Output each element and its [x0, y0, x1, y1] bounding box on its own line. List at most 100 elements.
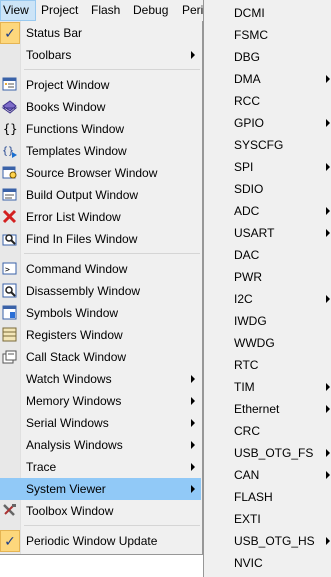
menu-item-label: Trace — [26, 460, 57, 474]
submenu-item-dbg[interactable]: DBG — [204, 46, 331, 68]
submenu-arrow-icon — [326, 405, 330, 413]
submenu-item-tim[interactable]: TIM — [204, 376, 331, 398]
submenu-item-dcmi[interactable]: DCMI — [204, 2, 331, 24]
menu-peripherals[interactable]: Peri — [182, 0, 203, 21]
submenu-item-label: Ethernet — [234, 402, 280, 416]
submenu-item-label: DBG — [234, 50, 261, 64]
menu-item-status-bar[interactable]: ✓ Status Bar — [0, 22, 201, 44]
books-icon — [1, 100, 18, 114]
submenu-item-label: I2C — [234, 292, 253, 306]
menu-item-error-list-window[interactable]: Error List Window — [0, 206, 201, 228]
menu-view[interactable]: View — [0, 0, 36, 21]
submenu-item-fsmc[interactable]: FSMC — [204, 24, 331, 46]
submenu-item-usb-otg-fs[interactable]: USB_OTG_FS — [204, 442, 331, 464]
submenu-item-flash[interactable]: FLASH — [204, 486, 331, 508]
build-output-icon — [2, 188, 17, 201]
menu-item-periodic-window-update[interactable]: ✓ Periodic Window Update — [0, 530, 201, 552]
menu-item-symbols-window[interactable]: Symbols Window — [0, 302, 201, 324]
submenu-item-sdio[interactable]: SDIO — [204, 178, 331, 200]
menu-item-toolbox-window[interactable]: Toolbox Window — [0, 500, 201, 522]
submenu-arrow-icon — [191, 441, 195, 449]
menu-item-memory-windows[interactable]: Memory Windows — [0, 390, 201, 412]
menu-item-find-in-files-window[interactable]: Find In Files Window — [0, 228, 201, 250]
submenu-item-label: TIM — [234, 380, 255, 394]
submenu-item-can[interactable]: CAN — [204, 464, 331, 486]
system-viewer-submenu: DCMI FSMC DBG DMA RCC GPIO SYSCFG SPI SD… — [203, 0, 331, 577]
submenu-item-label: DAC — [234, 248, 260, 262]
menu-item-label: Templates Window — [26, 144, 127, 158]
menu-item-command-window[interactable]: > Command Window — [0, 258, 201, 280]
menu-item-analysis-windows[interactable]: Analysis Windows — [0, 434, 201, 456]
command-icon: > — [2, 262, 17, 275]
submenu-item-label: USART — [234, 226, 275, 240]
submenu-item-pwr[interactable]: PWR — [204, 266, 331, 288]
submenu-item-adc[interactable]: ADC — [204, 200, 331, 222]
submenu-arrow-icon — [326, 471, 330, 479]
submenu-item-exti[interactable]: EXTI — [204, 508, 331, 530]
registers-icon — [2, 327, 17, 342]
submenu-arrow-icon — [326, 163, 330, 171]
menu-item-label: Books Window — [26, 100, 106, 114]
menu-item-label: System Viewer — [26, 482, 106, 496]
submenu-item-dac[interactable]: DAC — [204, 244, 331, 266]
submenu-item-label: FSMC — [234, 28, 268, 42]
menu-item-functions-window[interactable]: {} Functions Window — [0, 118, 201, 140]
menu-item-label: Call Stack Window — [26, 350, 127, 364]
menu-item-label: Status Bar — [26, 26, 83, 40]
find-in-files-icon — [2, 234, 17, 246]
submenu-item-label: CRC — [234, 424, 260, 438]
submenu-item-label: DCMI — [234, 6, 265, 20]
menu-item-label: Project Window — [26, 78, 110, 92]
submenu-item-rcc[interactable]: RCC — [204, 90, 331, 112]
menu-item-label: Disassembly Window — [26, 284, 141, 298]
menu-flash[interactable]: Flash — [91, 0, 120, 21]
submenu-item-ethernet[interactable]: Ethernet — [204, 398, 331, 420]
check-icon: ✓ — [0, 530, 20, 552]
submenu-item-wwdg[interactable]: WWDG — [204, 332, 331, 354]
menu-debug[interactable]: Debug — [133, 0, 168, 21]
submenu-item-iwdg[interactable]: IWDG — [204, 310, 331, 332]
menu-item-project-window[interactable]: Project Window — [0, 74, 201, 96]
submenu-item-rtc[interactable]: RTC — [204, 354, 331, 376]
submenu-item-gpio[interactable]: GPIO — [204, 112, 331, 134]
submenu-item-label: PWR — [234, 270, 262, 284]
submenu-item-i2c[interactable]: I2C — [204, 288, 331, 310]
menu-item-disassembly-window[interactable]: Disassembly Window — [0, 280, 201, 302]
submenu-arrow-icon — [326, 75, 330, 83]
menu-item-label: Analysis Windows — [26, 438, 123, 452]
disassembly-icon — [2, 283, 17, 298]
submenu-item-nvic[interactable]: NVIC — [204, 552, 331, 574]
menu-item-toolbars[interactable]: Toolbars — [0, 44, 201, 66]
submenu-item-usb-otg-hs[interactable]: USB_OTG_HS — [204, 530, 331, 552]
braces-icon: {} — [3, 122, 17, 136]
svg-text:>: > — [5, 265, 10, 274]
menu-item-system-viewer[interactable]: System Viewer — [0, 478, 201, 500]
submenu-arrow-icon — [326, 207, 330, 215]
submenu-item-usart[interactable]: USART — [204, 222, 331, 244]
submenu-arrow-icon — [191, 397, 195, 405]
submenu-arrow-icon — [191, 375, 195, 383]
menu-item-watch-windows[interactable]: Watch Windows — [0, 368, 201, 390]
menu-item-templates-window[interactable]: {} Templates Window — [0, 140, 201, 162]
menu-item-trace[interactable]: Trace — [0, 456, 201, 478]
submenu-item-label: SDIO — [234, 182, 264, 196]
menu-item-label: Periodic Window Update — [26, 534, 158, 548]
project-window-icon — [2, 77, 17, 91]
menu-item-source-browser-window[interactable]: Source Browser Window — [0, 162, 201, 184]
submenu-item-dma[interactable]: DMA — [204, 68, 331, 90]
menu-item-label: Registers Window — [26, 328, 123, 342]
menu-item-label: Toolbars — [26, 48, 72, 62]
menu-item-build-output-window[interactable]: Build Output Window — [0, 184, 201, 206]
menu-item-label: Build Output Window — [26, 188, 139, 202]
menu-project[interactable]: Project — [41, 0, 78, 21]
submenu-item-crc[interactable]: CRC — [204, 420, 331, 442]
menu-item-serial-windows[interactable]: Serial Windows — [0, 412, 201, 434]
menu-item-books-window[interactable]: Books Window — [0, 96, 201, 118]
submenu-arrow-icon — [326, 229, 330, 237]
submenu-item-syscfg[interactable]: SYSCFG — [204, 134, 331, 156]
menu-item-call-stack-window[interactable]: Call Stack Window — [0, 346, 201, 368]
menu-item-label: Symbols Window — [26, 306, 119, 320]
submenu-item-spi[interactable]: SPI — [204, 156, 331, 178]
menu-item-registers-window[interactable]: Registers Window — [0, 324, 201, 346]
view-menu: ✓ Status Bar Toolbars Project Window Boo… — [0, 21, 203, 555]
